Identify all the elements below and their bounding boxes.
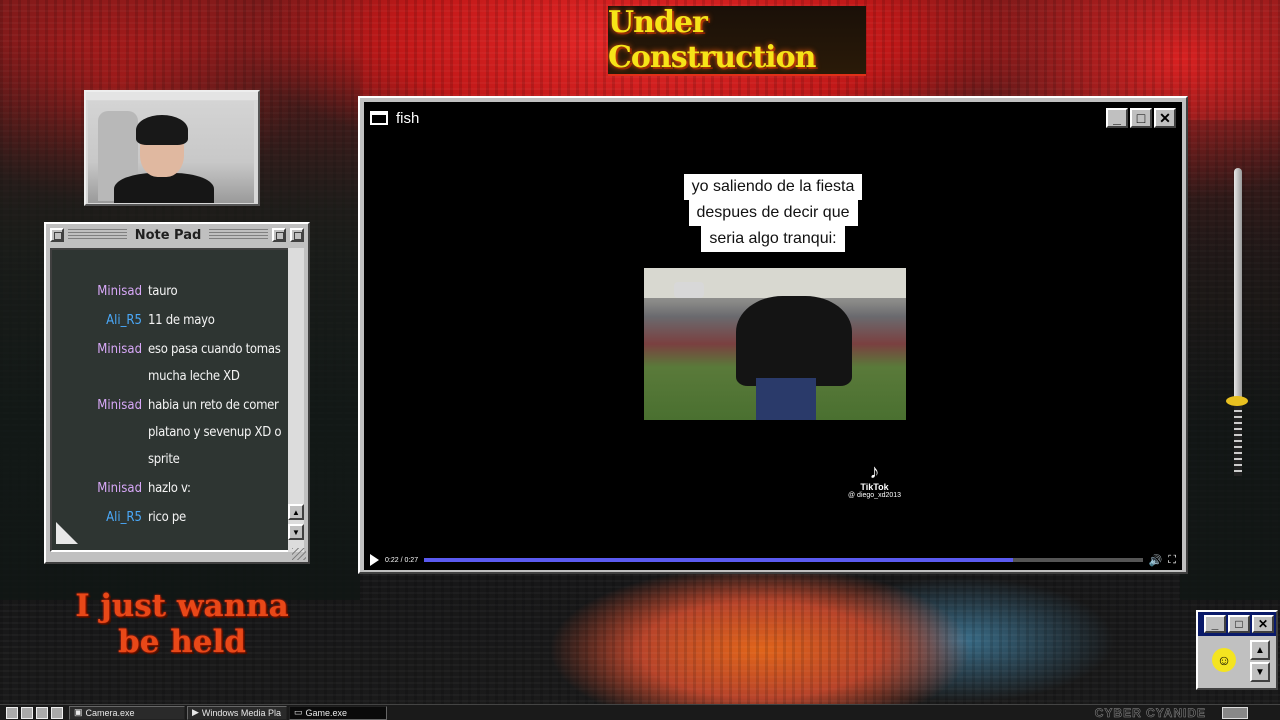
chat-message: Ali_R5 rico pe bbox=[52, 504, 284, 531]
katana-decoration bbox=[1226, 168, 1248, 478]
maximize-icon[interactable] bbox=[272, 228, 286, 242]
chat-message: Minisad hazlo v: bbox=[52, 475, 284, 502]
caption-line: despues de decir que bbox=[688, 200, 858, 226]
video-player[interactable]: yo saliendo de la fiesta despues de deci… bbox=[364, 134, 1182, 570]
play-icon: ▶ bbox=[192, 707, 199, 717]
quick-launch-icon[interactable] bbox=[6, 706, 18, 719]
taskbar-item-media-player[interactable]: ▶ Windows Media Pla bbox=[187, 705, 287, 720]
playback-time: 0:22 / 0:27 bbox=[385, 556, 419, 564]
quick-launch-icon[interactable] bbox=[21, 706, 33, 719]
person-hair-shape bbox=[136, 115, 188, 145]
quick-launch-icon[interactable] bbox=[36, 706, 48, 719]
maximize-button[interactable]: □ bbox=[1228, 615, 1250, 633]
chat-username: Minisad bbox=[97, 284, 142, 299]
brand-logo: CYBER CYANIDE bbox=[1094, 705, 1206, 720]
resize-corner-icon[interactable] bbox=[56, 522, 78, 544]
resize-grip-icon[interactable] bbox=[292, 548, 306, 560]
notepad-titlebar[interactable]: Note Pad bbox=[46, 224, 308, 246]
player-controls[interactable]: 0:22 / 0:27 🔊 ⛶ bbox=[364, 552, 1182, 568]
katana-hilt bbox=[1234, 406, 1242, 476]
chat-message: Ali_R5 11 de mayo bbox=[52, 307, 284, 334]
tiktok-brand: TikTok bbox=[860, 482, 889, 492]
caption-line: seria algo tranqui: bbox=[701, 226, 845, 252]
clip-car bbox=[674, 282, 704, 298]
chat-log[interactable]: Minisad tauro Ali_R5 11 de mayo Minisad … bbox=[50, 248, 290, 552]
scroll-up-icon[interactable]: ▲ bbox=[288, 504, 304, 520]
notepad-title: Note Pad bbox=[134, 227, 202, 243]
window-menu-icon[interactable] bbox=[50, 228, 64, 242]
camera-titlebar[interactable] bbox=[86, 92, 258, 100]
camera-icon: ▣ bbox=[74, 707, 83, 717]
taskbar-item-camera[interactable]: ▣ Camera.exe bbox=[69, 705, 185, 720]
volume-icon[interactable]: 🔊 bbox=[1149, 554, 1163, 567]
katana-blade bbox=[1234, 168, 1242, 398]
maximize-button[interactable]: □ bbox=[1130, 108, 1152, 128]
notepad-scrollbar[interactable]: ▲ ▼ bbox=[288, 248, 304, 552]
tiktok-icon: ♪ bbox=[869, 461, 880, 483]
banner-text: Under Construction bbox=[608, 5, 816, 75]
chat-message: Minisad tauro bbox=[52, 278, 284, 305]
chat-message: Minisad eso pasa cuando tomas mucha lech… bbox=[52, 336, 284, 390]
scroll-down-icon[interactable]: ▼ bbox=[1250, 662, 1270, 682]
notepad-window[interactable]: Note Pad Minisad tauro Ali_R5 11 de mayo… bbox=[44, 222, 310, 564]
video-frame bbox=[644, 268, 906, 420]
window-icon: ▭ bbox=[294, 707, 303, 717]
scroll-up-icon[interactable]: ▲ bbox=[1250, 640, 1270, 660]
task-label: Windows Media Pla bbox=[201, 707, 281, 718]
chat-message: Minisad habia un reto de comer platano y… bbox=[52, 392, 284, 473]
widget-titlebar[interactable]: _ □ ✕ bbox=[1198, 612, 1276, 636]
chat-username: Minisad bbox=[97, 342, 142, 357]
taskbar-item-game[interactable]: ▭ Game.exe bbox=[289, 705, 387, 720]
chat-username: Ali_R5 bbox=[106, 313, 142, 328]
chat-text: tauro bbox=[148, 284, 178, 299]
smiley-icon: ☺ bbox=[1212, 648, 1236, 672]
minimize-button[interactable]: _ bbox=[1106, 108, 1128, 128]
minimize-button[interactable]: _ bbox=[1204, 615, 1226, 633]
play-icon[interactable] bbox=[370, 554, 379, 566]
chat-text: habia un reto de comer platano y sevenup… bbox=[148, 398, 282, 467]
scroll-down-icon[interactable]: ▼ bbox=[288, 524, 304, 540]
smiley-widget-window[interactable]: _ □ ✕ ☺ ▲ ▼ bbox=[1196, 610, 1278, 690]
close-button[interactable]: ✕ bbox=[1252, 615, 1274, 633]
overlay-line: I just wanna bbox=[75, 588, 289, 624]
person-body-shape bbox=[114, 173, 214, 203]
quick-launch-icon[interactable] bbox=[51, 706, 63, 719]
camera-window[interactable] bbox=[84, 90, 260, 206]
chat-username: Minisad bbox=[97, 398, 142, 413]
chat-username: Minisad bbox=[97, 481, 142, 496]
chat-text: eso pasa cuando tomas mucha leche XD bbox=[148, 342, 281, 384]
taskbar: ▣ Camera.exe ▶ Windows Media Pla ▭ Game.… bbox=[0, 704, 1280, 720]
titlebar-stripes bbox=[209, 229, 268, 241]
clip-person bbox=[736, 296, 852, 386]
system-tray-icon[interactable] bbox=[1222, 706, 1248, 719]
overlay-text: I just wanna be held bbox=[62, 588, 302, 660]
chat-text: rico pe bbox=[148, 510, 186, 525]
video-window[interactable]: fish _ □ ✕ yo saliendo de la fiesta desp… bbox=[358, 96, 1188, 574]
chat-text: hazlo v: bbox=[148, 481, 191, 496]
task-label: Game.exe bbox=[305, 707, 348, 718]
minimize-icon[interactable] bbox=[290, 228, 304, 242]
clip-person-legs bbox=[756, 378, 816, 420]
overlay-line: be held bbox=[118, 624, 246, 660]
task-label: Camera.exe bbox=[85, 707, 135, 718]
tiktok-handle: @ diego_xd2013 bbox=[848, 492, 902, 499]
fullscreen-icon[interactable]: ⛶ bbox=[1168, 554, 1176, 567]
under-construction-banner: Under Construction bbox=[608, 5, 866, 76]
titlebar-stripes bbox=[68, 229, 127, 241]
video-titlebar[interactable]: fish _ □ ✕ bbox=[364, 102, 1182, 134]
video-caption: yo saliendo de la fiesta despues de deci… bbox=[660, 174, 886, 252]
seek-bar[interactable] bbox=[424, 558, 1143, 562]
window-icon bbox=[370, 111, 388, 125]
katana-guard bbox=[1226, 396, 1248, 406]
video-window-title: fish bbox=[396, 109, 420, 127]
quick-launch bbox=[2, 706, 67, 719]
widget-scrollbar[interactable]: ▲ ▼ bbox=[1250, 640, 1272, 684]
close-button[interactable]: ✕ bbox=[1154, 108, 1176, 128]
tiktok-watermark: ♪ TikTok @ diego_xd2013 bbox=[848, 462, 901, 499]
seek-bar-progress bbox=[424, 558, 1014, 562]
chat-text: 11 de mayo bbox=[148, 313, 215, 328]
caption-line: yo saliendo de la fiesta bbox=[683, 174, 863, 200]
webcam-feed bbox=[88, 101, 254, 203]
